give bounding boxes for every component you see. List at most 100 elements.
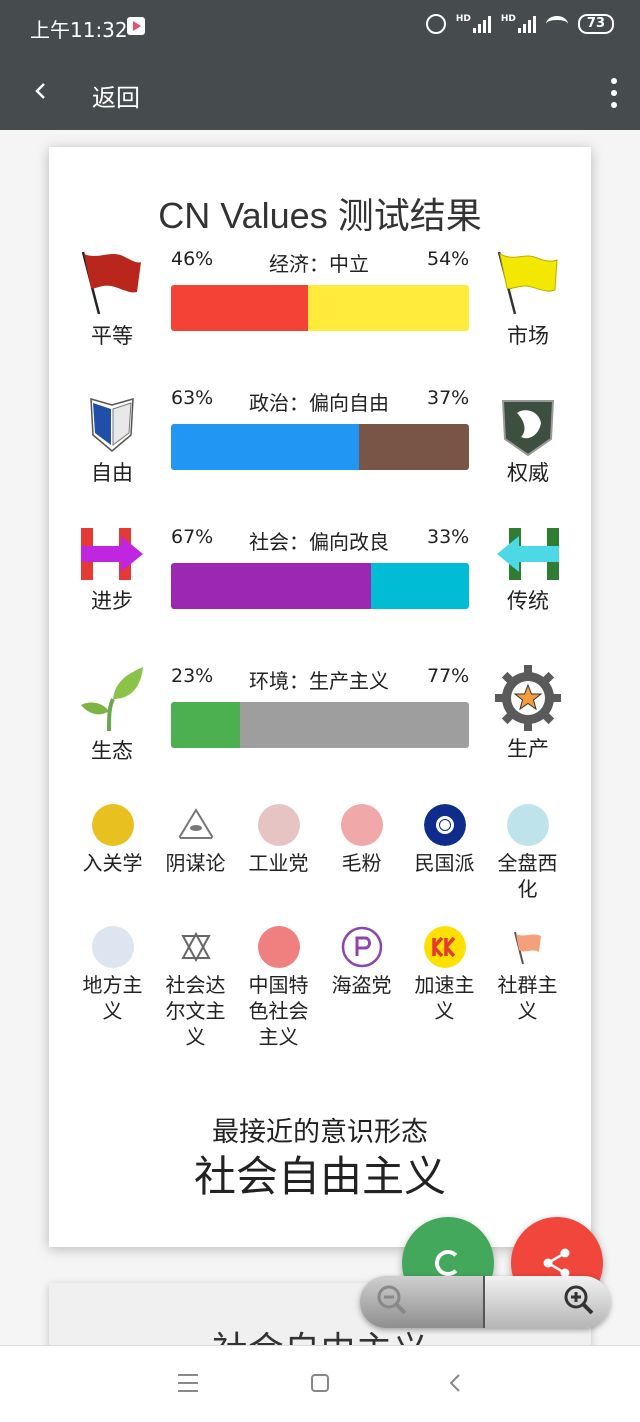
badge-label: 毛粉 xyxy=(341,851,382,875)
badge-localism: 地方主义 xyxy=(71,926,154,1050)
pirate-badge-icon xyxy=(341,926,382,968)
axis-left-percent: 63% xyxy=(171,387,214,409)
system-back-icon[interactable] xyxy=(448,1374,462,1392)
recent-apps-icon[interactable] xyxy=(178,1374,198,1392)
axis-bar-right xyxy=(358,424,469,470)
axis-left-label: 进步 xyxy=(91,589,133,613)
portrait-badge-icon xyxy=(340,804,383,846)
axis-left-label: 自由 xyxy=(91,461,133,485)
badge-label: 中国特色社会主义 xyxy=(248,973,309,1049)
home-icon[interactable] xyxy=(311,1374,329,1392)
badge-label: 地方主义 xyxy=(82,973,143,1023)
red-flag-icon xyxy=(81,251,141,315)
badge-accelerationism: 加速主义 xyxy=(403,926,486,1050)
sda-badge-icon xyxy=(180,931,211,963)
axis-name: 经济：中立 xyxy=(269,252,369,276)
badge-label: 阴谋论 xyxy=(165,851,226,875)
badge-communitarianism: 社群主义 xyxy=(486,926,569,1050)
zoom-out-button[interactable] xyxy=(360,1276,485,1328)
axis-bar xyxy=(171,424,469,470)
badge-label: 入关学 xyxy=(82,851,143,875)
zoom-in-icon xyxy=(564,1285,594,1315)
share-icon xyxy=(543,1248,570,1278)
badge-label: 工业党 xyxy=(248,851,309,875)
status-icons: HD HD 73 xyxy=(425,14,614,34)
more-options-icon[interactable] xyxy=(610,78,618,108)
badge-westernize: 全盘西化 xyxy=(486,804,569,902)
badge-maofen: 毛粉 xyxy=(320,804,403,902)
axis-bar-left xyxy=(171,702,240,748)
h-arrow-left-icon xyxy=(497,528,559,580)
axis-left-percent: 46% xyxy=(171,248,214,270)
card-title: CN Values 测试结果 xyxy=(158,195,482,236)
app-bar: 返回 xyxy=(0,56,640,130)
axis-bar xyxy=(171,563,469,609)
axis-right-label: 市场 xyxy=(507,324,549,348)
badge-social-darwinism: 社会达尔文主义 xyxy=(154,926,237,1050)
axis-left-percent: 67% xyxy=(171,526,214,548)
zoom-in-button[interactable] xyxy=(485,1276,610,1328)
white-sun-icon xyxy=(423,804,466,846)
axis-right-label: 传统 xyxy=(507,589,549,613)
ideology-badges-row-2: 地方主义 社会达尔文主义 中国特色社会主义 海盗党 加速主义 社群主义 xyxy=(71,926,571,1050)
badge-label: 全盘西化 xyxy=(497,851,558,901)
ruguan-badge-icon xyxy=(91,804,134,846)
hd-label: HD xyxy=(455,14,471,24)
play-store-icon xyxy=(127,17,145,35)
axis-bar-right xyxy=(370,563,469,609)
liberty-statue-icon xyxy=(506,804,549,846)
sprout-icon xyxy=(81,667,143,732)
axis-name: 政治：偏向自由 xyxy=(249,391,389,415)
badge-label: 社群主义 xyxy=(497,973,558,1023)
axis-politics: 自由 权威 63% 政治：偏向自由 37% xyxy=(49,387,591,507)
badge-label: 加速主义 xyxy=(414,973,475,1023)
eye-pyramid-icon xyxy=(176,808,215,839)
axis-society: 进步 传统 67% 社会：偏向改良 33% xyxy=(49,526,591,646)
status-time: 上午11:32 xyxy=(30,18,128,42)
hd-label: HD xyxy=(500,14,516,24)
alarm-icon xyxy=(425,14,446,34)
h-arrow-right-icon xyxy=(81,528,143,580)
axis-bar-right xyxy=(308,285,469,331)
axis-bar xyxy=(171,285,469,331)
status-bar: 上午11:32 HD HD 73 xyxy=(0,0,640,56)
badge-conspiracy: 阴谋论 xyxy=(154,804,237,902)
industry-badge-icon xyxy=(257,804,300,846)
wings-emblem-icon xyxy=(90,397,134,452)
badge-socialism-cn: 中国特色社会主义 xyxy=(237,926,320,1050)
yellow-flag-icon xyxy=(497,251,558,315)
badge-roc: 民国派 xyxy=(403,804,486,902)
axis-bar-left xyxy=(171,563,371,609)
axis-bar-left xyxy=(171,285,309,331)
zoom-out-icon xyxy=(377,1285,407,1315)
refresh-icon xyxy=(435,1250,461,1276)
wifi-icon xyxy=(545,16,568,32)
back-arrow-icon[interactable] xyxy=(32,82,50,100)
axis-right-label: 生产 xyxy=(507,737,549,761)
back-button[interactable]: 返回 xyxy=(92,78,140,113)
axis-right-percent: 37% xyxy=(427,387,470,409)
gear-star-icon xyxy=(495,665,561,731)
unicorn-shield-icon xyxy=(501,400,555,457)
signal-icon xyxy=(517,15,536,33)
axis-right-percent: 54% xyxy=(427,248,470,270)
battery-icon: 73 xyxy=(577,14,614,34)
system-nav-bar xyxy=(0,1345,640,1422)
zoom-control xyxy=(360,1276,610,1328)
axis-right-label: 权威 xyxy=(507,461,549,485)
axis-name: 环境：生产主义 xyxy=(249,669,389,693)
emblem-badge-icon xyxy=(257,926,300,968)
axis-name: 社会：偏向改良 xyxy=(249,530,389,554)
badge-label: 海盗党 xyxy=(331,973,392,997)
wd-badge-icon xyxy=(91,926,134,968)
badge-pirate: 海盗党 xyxy=(320,926,403,1050)
axis-bar-left xyxy=(171,424,359,470)
ideology-badges-row-1: 入关学 阴谋论 工业党 毛粉 民国派 全盘西化 xyxy=(71,804,571,902)
axis-bar xyxy=(171,702,469,748)
kk-badge-icon xyxy=(423,926,466,968)
badge-label: 民国派 xyxy=(414,851,475,875)
badge-label: 社会达尔文主义 xyxy=(165,973,226,1049)
signal-icon xyxy=(472,15,491,33)
axis-bar-right xyxy=(239,702,469,748)
badge-ruguanxue: 入关学 xyxy=(71,804,154,902)
